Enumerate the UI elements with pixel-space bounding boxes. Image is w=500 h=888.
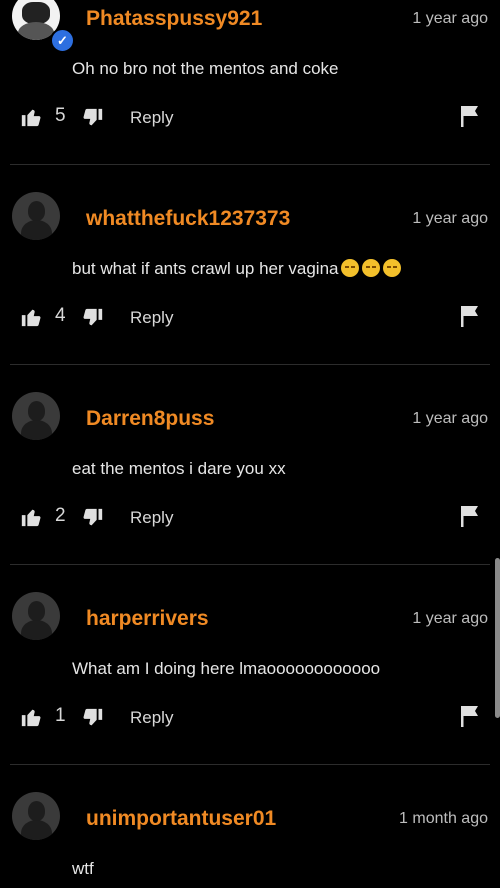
divider	[10, 364, 490, 365]
like-count: 4	[55, 305, 66, 326]
comment-timestamp: 1 year ago	[412, 410, 488, 427]
comment-text: eat the mentos i dare you xx	[72, 459, 286, 478]
verified-badge-icon: ✓	[50, 28, 75, 53]
avatar[interactable]	[12, 592, 60, 640]
comment: Darren8puss 1 year ago eat the mentos i …	[0, 392, 500, 600]
thumbs-down-icon[interactable]	[82, 107, 104, 129]
comment-text: Oh no bro not the mentos and coke	[72, 59, 339, 78]
comment-timestamp: 1 year ago	[412, 610, 488, 627]
thumbs-up-icon[interactable]	[20, 306, 42, 328]
thumbs-up-icon[interactable]	[20, 706, 42, 728]
flag-icon[interactable]	[460, 105, 480, 127]
avatar[interactable]	[12, 792, 60, 840]
thumbs-up-icon[interactable]	[20, 506, 42, 528]
comment-timestamp: 1 month ago	[399, 810, 488, 827]
reply-button[interactable]: Reply	[130, 108, 173, 128]
comment-text: but what if ants crawl up her vagina	[72, 259, 339, 278]
comment-username[interactable]: Darren8puss	[86, 407, 214, 431]
comment: ✓ Phatasspussy921 1 year ago Oh no bro n…	[0, 0, 500, 200]
comment-text: What am I doing here lmaoooooooooooo	[72, 659, 381, 678]
like-count: 2	[55, 505, 66, 526]
comment-username[interactable]: unimportantuser01	[86, 807, 276, 831]
avatar[interactable]	[12, 392, 60, 440]
disappointed-face-icon	[341, 259, 360, 277]
thumbs-up-icon[interactable]	[20, 106, 42, 128]
divider	[10, 564, 490, 565]
comment-username[interactable]: harperrivers	[86, 607, 209, 631]
reply-button[interactable]: Reply	[130, 508, 173, 528]
comment-text-row: but what if ants crawl up her vagina	[72, 259, 402, 279]
scrollbar[interactable]	[495, 558, 500, 718]
comment-timestamp: 1 year ago	[412, 10, 488, 27]
reply-button[interactable]: Reply	[130, 308, 173, 328]
flag-icon[interactable]	[460, 505, 480, 527]
divider	[10, 764, 490, 765]
comment-actions: 2 Reply	[0, 505, 500, 535]
comment-timestamp: 1 year ago	[412, 210, 488, 227]
comment-actions: 5 Reply	[0, 105, 500, 135]
like-count: 5	[55, 105, 66, 126]
disappointed-face-icon	[383, 259, 402, 277]
comment-username[interactable]: Phatasspussy921	[86, 7, 262, 31]
like-count: 1	[55, 705, 66, 726]
disappointed-face-icon	[362, 259, 381, 277]
flag-icon[interactable]	[460, 705, 480, 727]
thumbs-down-icon[interactable]	[82, 507, 104, 529]
comment: whatthefuck1237373 1 year ago but what i…	[0, 192, 500, 400]
comment-text: wtf	[72, 859, 94, 878]
comment-actions: 1 Reply	[0, 705, 500, 735]
thumbs-down-icon[interactable]	[82, 307, 104, 329]
comment: harperrivers 1 year ago What am I doing …	[0, 592, 500, 800]
divider	[10, 164, 490, 165]
comment: unimportantuser01 1 month ago wtf	[0, 792, 500, 888]
comment-username[interactable]: whatthefuck1237373	[86, 207, 290, 231]
flag-icon[interactable]	[460, 305, 480, 327]
avatar[interactable]	[12, 192, 60, 240]
thumbs-down-icon[interactable]	[82, 707, 104, 729]
reply-button[interactable]: Reply	[130, 708, 173, 728]
comment-actions: 4 Reply	[0, 305, 500, 335]
